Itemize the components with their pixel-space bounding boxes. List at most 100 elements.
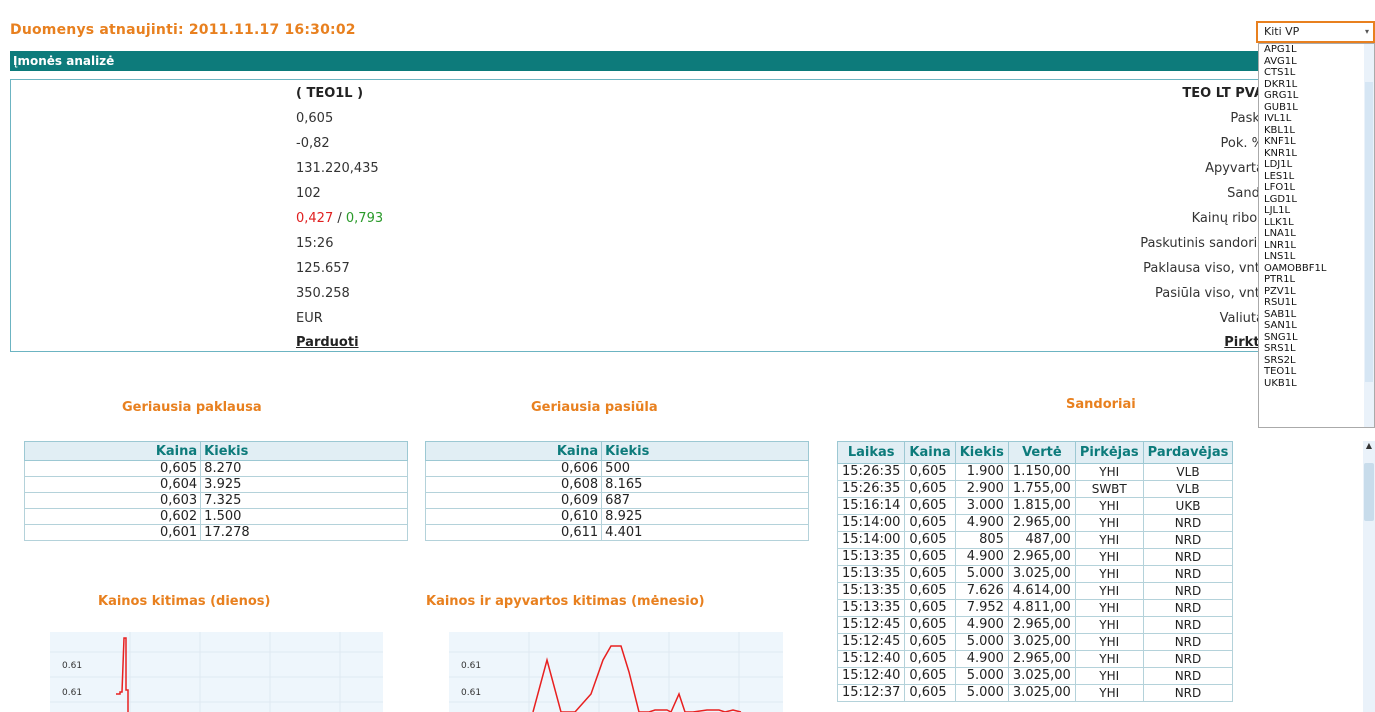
trade-time: 15:13:35 xyxy=(836,565,906,583)
trade-buyer: YHI xyxy=(1074,565,1144,583)
security-options-list[interactable]: APG1L AVG1L CTS1L DKR1L GRG1L GUB1L IVL1L KBL1L… xyxy=(1258,43,1375,428)
option-item[interactable]: KNR1L xyxy=(1259,148,1374,160)
column-header: Kaina xyxy=(904,441,956,464)
bid-price: 0,601 xyxy=(23,524,202,541)
trade-price: 0,605 xyxy=(904,480,956,498)
trades-scrollbar[interactable]: ▲ xyxy=(1363,441,1375,712)
trade-price: 0,605 xyxy=(904,463,956,481)
table-row: 0,603 7.325 xyxy=(23,492,408,509)
option-item[interactable]: LGD1L xyxy=(1259,194,1374,206)
option-item[interactable]: GRG1L xyxy=(1259,90,1374,102)
security-select[interactable]: Kiti VP ▾ xyxy=(1256,21,1375,43)
ask-quantity: 8.925 xyxy=(601,508,809,525)
option-item[interactable]: UKB1L xyxy=(1259,378,1374,390)
price-limit-high: 0,793 xyxy=(345,211,384,226)
option-item[interactable]: RSU1L xyxy=(1259,297,1374,309)
option-item[interactable]: LNA1L xyxy=(1259,228,1374,240)
option-item[interactable]: LNS1L xyxy=(1259,251,1374,263)
ask-quantity: 8.165 xyxy=(601,476,809,493)
scroll-up-icon[interactable]: ▲ xyxy=(1363,441,1375,453)
table-header-row: Kaina Kiekis xyxy=(23,441,408,461)
info-value: 350.258 xyxy=(296,286,350,301)
info-label: Apyvarta xyxy=(1205,161,1264,176)
table-row: 15:14:00 0,605 4.900 2.965,00 YHI NRD xyxy=(836,514,1234,532)
ask-price: 0,609 xyxy=(424,492,603,509)
option-item[interactable]: SNG1L xyxy=(1259,332,1374,344)
table-header-row: Laikas Kaina Kiekis Vertė Pirkėjas Parda… xyxy=(836,441,1234,464)
option-item[interactable]: KNF1L xyxy=(1259,136,1374,148)
trade-price: 0,605 xyxy=(904,548,956,566)
sell-link[interactable]: Parduoti xyxy=(296,335,359,350)
chevron-down-icon[interactable]: ▾ xyxy=(1362,24,1372,40)
trade-quantity: 4.900 xyxy=(954,650,1009,668)
options-scrollbar[interactable] xyxy=(1364,44,1374,427)
daily-chart-svg xyxy=(50,632,383,712)
info-value: EUR xyxy=(296,311,323,326)
option-item[interactable]: SRS1L xyxy=(1259,343,1374,355)
trade-value: 3.025,00 xyxy=(1007,633,1076,651)
option-item[interactable]: KBL1L xyxy=(1259,125,1374,137)
info-value: 131.220,435 xyxy=(296,161,379,176)
trades-table: Laikas Kaina Kiekis Vertė Pirkėjas Parda… xyxy=(836,441,1234,702)
company-name-row: TEO LT PVA ( TEO1L ) xyxy=(11,84,1264,104)
info-row-change: Pok. % -0,82 xyxy=(11,134,1264,154)
monthly-chart-svg xyxy=(449,632,783,712)
trade-seller: NRD xyxy=(1142,684,1234,702)
option-item[interactable]: AVG1L xyxy=(1259,56,1374,68)
company-info-panel: TEO LT PVA ( TEO1L ) Pask. 0,605 Pok. % … xyxy=(10,79,1265,352)
scrollbar-thumb[interactable] xyxy=(1364,463,1374,521)
trade-value: 2.965,00 xyxy=(1007,616,1076,634)
option-item[interactable]: SAN1L xyxy=(1259,320,1374,332)
info-row-last-deal: Paskutinis sandoris 15:26 xyxy=(11,234,1264,254)
option-item[interactable]: SAB1L xyxy=(1259,309,1374,321)
company-name: TEO LT PVA xyxy=(1182,86,1264,101)
option-item[interactable]: LNR1L xyxy=(1259,240,1374,252)
option-item[interactable]: SRS2L xyxy=(1259,355,1374,367)
bid-price: 0,602 xyxy=(23,508,202,525)
info-row-currency: Valiuta EUR xyxy=(11,309,1264,329)
option-item[interactable]: TEO1L xyxy=(1259,366,1374,378)
info-value: 125.657 xyxy=(296,261,350,276)
option-item[interactable]: LFO1L xyxy=(1259,182,1374,194)
monthly-price-chart: 0.61 0.61 xyxy=(449,632,783,712)
table-row: 15:12:40 0,605 4.900 2.965,00 YHI NRD xyxy=(836,650,1234,668)
trade-buyer: YHI xyxy=(1074,633,1144,651)
trade-time: 15:26:35 xyxy=(836,463,906,481)
info-row-last-price: Pask. 0,605 xyxy=(11,109,1264,129)
option-item[interactable]: PZV1L xyxy=(1259,286,1374,298)
table-row: 0,610 8.925 xyxy=(424,508,809,525)
option-item[interactable]: LJL1L xyxy=(1259,205,1374,217)
info-value: 102 xyxy=(296,186,321,201)
option-item[interactable]: OAMOBBF1L xyxy=(1259,263,1374,275)
info-label: Kainų ribos xyxy=(1191,211,1264,226)
option-item[interactable]: GUB1L xyxy=(1259,102,1374,114)
info-row-deals: Sand. 102 xyxy=(11,184,1264,204)
trade-quantity: 3.000 xyxy=(954,497,1009,515)
option-item[interactable]: APG1L xyxy=(1259,44,1374,56)
best-bid-table: Kaina Kiekis 0,605 8.270 0,604 3.925 0,603… xyxy=(23,441,408,541)
trade-seller: NRD xyxy=(1142,633,1234,651)
y-tick-label: 0.61 xyxy=(461,688,482,698)
trade-seller: VLB xyxy=(1142,463,1234,481)
table-row: 15:13:35 0,605 7.952 4.811,00 YHI NRD xyxy=(836,599,1234,617)
y-tick-label: 0.61 xyxy=(62,688,83,698)
option-item[interactable]: LES1L xyxy=(1259,171,1374,183)
option-item[interactable]: IVL1L xyxy=(1259,113,1374,125)
option-item[interactable]: PTR1L xyxy=(1259,274,1374,286)
option-item[interactable]: DKR1L xyxy=(1259,79,1374,91)
table-row: 15:12:45 0,605 5.000 3.025,00 YHI NRD xyxy=(836,633,1234,651)
trade-price: 0,605 xyxy=(904,514,956,532)
bid-price: 0,605 xyxy=(23,460,202,477)
bid-quantity: 1.500 xyxy=(200,508,408,525)
info-label: Pok. % xyxy=(1220,136,1264,151)
y-tick-label: 0.61 xyxy=(461,661,482,671)
table-row: 0,608 8.165 xyxy=(424,476,809,493)
option-item[interactable]: LDJ1L xyxy=(1259,159,1374,171)
trade-value: 2.965,00 xyxy=(1007,548,1076,566)
option-item[interactable]: LLK1L xyxy=(1259,217,1374,229)
scrollbar-thumb[interactable] xyxy=(1365,82,1373,382)
table-row: 15:12:37 0,605 5.000 3.025,00 YHI NRD xyxy=(836,684,1234,702)
table-row: 15:14:00 0,605 805 487,00 YHI NRD xyxy=(836,531,1234,549)
info-value: -0,82 xyxy=(296,136,330,151)
option-item[interactable]: CTS1L xyxy=(1259,67,1374,79)
